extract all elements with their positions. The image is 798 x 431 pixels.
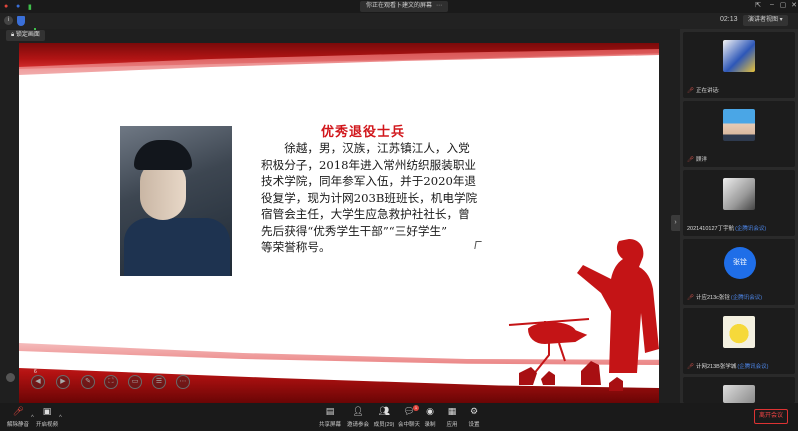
participant-name: 正在讲话: (695, 88, 720, 94)
mic-muted-icon: 🎤︎ (12, 406, 24, 416)
share-screen-label: 共享屏幕 (318, 422, 341, 428)
settings-button[interactable]: ⚙ 设置 (459, 406, 489, 428)
mic-muted-icon: 🎤︎ (687, 157, 694, 163)
invite-icon: 👤︎ (352, 406, 364, 416)
soldier-silhouette-image (508, 239, 659, 391)
video-options-chevron-icon[interactable]: ^ (59, 415, 62, 421)
meeting-timer: 02:13 (720, 16, 738, 23)
record-icon: ◉ (426, 406, 434, 416)
meeting-window: ● ● ▮ 你正在观看卜建文的屏幕 ⋯ ⇱ – ▢ ✕ i 02:13 演讲者视图… (0, 0, 798, 431)
network-icon: ▮ (28, 4, 32, 11)
participant-tile[interactable]: 🎤︎ 计网213B张学城(企腾讯会议) (683, 308, 795, 374)
lock-icon: 🔒︎ (11, 32, 15, 38)
participant-tile[interactable] (683, 377, 795, 403)
more-options-icon[interactable]: ⋯ (176, 375, 190, 389)
info-icon[interactable]: i (4, 16, 13, 25)
slide-line: 等荣誉称号。 (261, 240, 331, 254)
participant-name: 顾洋 (695, 157, 707, 163)
unmute-label: 解除静音 (6, 422, 29, 428)
window-title: 你正在观看卜建文的屏幕 ⋯ (360, 1, 449, 12)
speaker-view-button[interactable]: 演讲者视图 ▾ (743, 15, 788, 26)
speaker-view-label: 演讲者视图 (748, 17, 779, 23)
meeting-controls: 🎤︎ 解除静音 ^ ▣ 开启视频 ^ ▤ 共享屏幕 👤︎ 邀请参会 👥︎ 成员(… (0, 403, 798, 431)
student-photo (120, 126, 232, 276)
apps-icon: ▦ (447, 406, 457, 416)
previous-slide-icon[interactable]: ◀ (31, 375, 45, 389)
avatar (723, 178, 755, 210)
participant-tile[interactable]: 🎤︎ 顾洋 (683, 101, 795, 167)
video-off-icon: ▣ (42, 406, 52, 416)
close-icon[interactable]: ✕ (788, 1, 798, 9)
participant-source-tag: (企腾讯会议) (737, 364, 769, 370)
avatar (723, 109, 755, 141)
slide-line: 先后获得“优秀学生干部”“三好学生” (261, 223, 448, 238)
avatar (723, 316, 755, 348)
pen-color-icon[interactable] (6, 373, 15, 382)
more-icon[interactable]: ⋯ (436, 3, 442, 9)
shared-slide: 优秀退役士兵 徐越，男，汉族，江苏镇江人，入党 积极分子，2018年进入常州纺织… (19, 43, 659, 403)
participant-tile[interactable]: 2021410127丁宇航(企腾讯会议) (683, 170, 795, 236)
unmute-button[interactable]: 🎤︎ 解除静音 (3, 406, 33, 428)
participant-label: 2021410127丁宇航(企腾讯会议) (687, 224, 766, 232)
crop-icon[interactable]: ⛶ (104, 375, 118, 389)
status-dot-red-icon: ● (4, 3, 9, 10)
participant-label: 🎤︎ 计应213c张铨(企腾讯会议) (687, 293, 762, 301)
slide-title: 优秀退役士兵 (321, 125, 406, 140)
start-video-label: 开启视频 (35, 422, 58, 428)
slide-line: 役复学，现为计网203B班班长，机电学院 (261, 190, 478, 205)
participant-source-tag: (企腾讯会议) (730, 295, 763, 301)
participant-label: 🎤︎ 正在讲话: (687, 86, 720, 94)
participant-name: 2021410127丁宇航 (687, 226, 735, 232)
share-screen-button[interactable]: ▤ 共享屏幕 (315, 406, 345, 428)
gear-icon: ⚙ (469, 406, 479, 416)
participant-tile[interactable]: 张铨 🎤︎ 计应213c张铨(企腾讯会议) (683, 239, 795, 305)
participant-label: 🎤︎ 计网213B张学城(企腾讯会议) (687, 362, 769, 370)
lock-view-button[interactable]: 🔒︎ 锁定画面 (6, 30, 45, 41)
participant-name: 计网213B张学城 (695, 364, 737, 370)
participant-source-tag: (企腾讯会议) (735, 226, 767, 232)
caption-icon[interactable]: ☰ (152, 375, 166, 389)
video-icon[interactable]: ▭ (128, 375, 142, 389)
participant-panel: 🎤︎ 正在讲话: 🎤︎ 顾洋 2021410127丁宇航(企腾讯会议) 张铨 🎤︎ 计… (680, 29, 798, 403)
window-titlebar: ● ● ▮ 你正在观看卜建文的屏幕 ⋯ ⇱ – ▢ ✕ (0, 0, 798, 13)
settings-label: 设置 (468, 422, 480, 428)
mic-muted-icon: 🎤︎ (687, 295, 694, 301)
mic-muted-icon: 🎤︎ (687, 88, 694, 94)
window-title-text: 你正在观看卜建文的屏幕 (366, 3, 433, 9)
meeting-toolbar: i 02:13 演讲者视图 ▾ (0, 13, 798, 35)
participant-name: 计应213c张铨 (695, 295, 730, 301)
avatar (723, 385, 755, 403)
slide-line: 技术学院，同年参军入伍，并于2020年退 (261, 174, 477, 188)
slide-body: 徐越，男，汉族，江苏镇江人，入党 积极分子，2018年进入常州纺织服装职业 技术… (261, 140, 507, 256)
avatar: 张铨 (724, 247, 756, 279)
lock-view-label: 锁定画面 (15, 32, 40, 38)
share-screen-icon: ▤ (325, 406, 335, 416)
start-video-button[interactable]: ▣ 开启视频 (32, 406, 62, 428)
pen-icon[interactable]: ✎ (81, 375, 95, 389)
slide-line: 积极分子，2018年进入常州纺织服装职业 (261, 157, 477, 172)
mic-muted-icon: 🎤︎ (687, 364, 694, 370)
participant-tile[interactable]: 🎤︎ 正在讲话: (683, 32, 795, 98)
shield-icon[interactable] (17, 16, 25, 26)
slide-line: 宿管会主任，大学生应急救护社社长，曾 (261, 207, 470, 221)
slide-line: 徐越，男，汉族，江苏镇江人，入党 (261, 141, 470, 155)
participant-label: 🎤︎ 顾洋 (687, 155, 707, 163)
leave-meeting-button[interactable]: 离开会议 (754, 409, 788, 424)
collapse-panel-icon[interactable]: › (671, 215, 680, 231)
annotation-tools (6, 369, 18, 387)
next-slide-icon[interactable]: ▶ (56, 375, 70, 389)
pin-icon[interactable]: ⇱ (752, 1, 764, 9)
avatar (723, 40, 755, 72)
members-icon: 👥︎ (378, 406, 390, 416)
status-dot-blue-icon: ● (16, 3, 21, 10)
